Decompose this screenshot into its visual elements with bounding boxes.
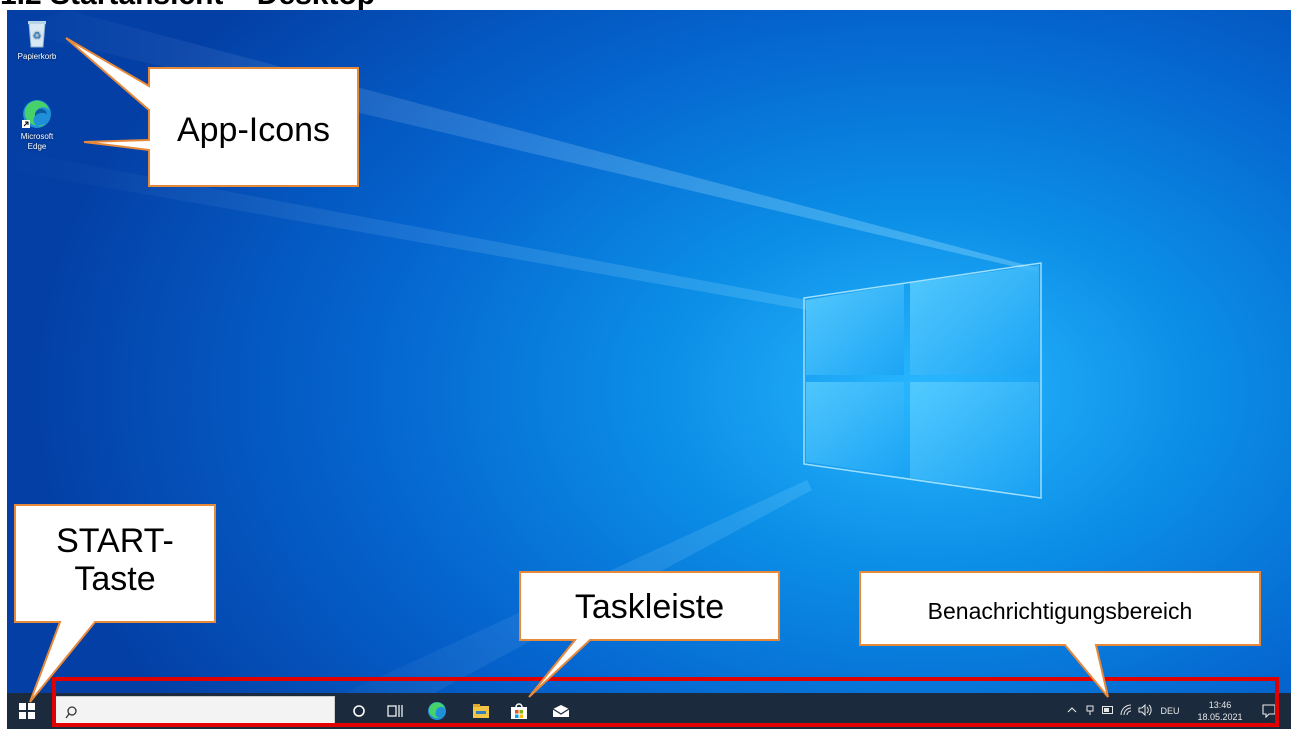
mail-icon bbox=[552, 705, 570, 717]
callout-notification-area-text: Benachrichtigungsbereich bbox=[927, 598, 1193, 624]
action-center-button[interactable] bbox=[1251, 693, 1287, 729]
notification-icon bbox=[1262, 704, 1276, 718]
system-tray: DEU bbox=[1063, 693, 1185, 729]
callout-start-line1: START- bbox=[56, 522, 174, 560]
clock-time: 13:46 bbox=[1208, 700, 1232, 710]
input-language-indicator[interactable]: DEU bbox=[1155, 706, 1185, 716]
cortana-icon bbox=[353, 705, 365, 717]
recycle-bin-icon: ♻ bbox=[21, 18, 53, 50]
file-explorer-button[interactable] bbox=[463, 693, 499, 729]
edge-icon bbox=[21, 98, 53, 130]
task-view-icon bbox=[387, 705, 403, 717]
edge-taskbar-button[interactable] bbox=[419, 693, 455, 729]
svg-text:♻: ♻ bbox=[33, 31, 42, 42]
desktop-icon-label: Papierkorb bbox=[17, 52, 57, 61]
desktop-icon-label-line2: Edge bbox=[27, 142, 47, 151]
wifi-icon[interactable] bbox=[1117, 704, 1135, 718]
start-button[interactable] bbox=[7, 693, 47, 729]
task-view-button[interactable] bbox=[377, 693, 413, 729]
store-icon bbox=[511, 703, 527, 719]
clock[interactable]: 13:46 18.05.2021 bbox=[1190, 699, 1250, 723]
windows-logo-icon bbox=[19, 703, 35, 719]
callout-taskbar-text: Taskleiste bbox=[574, 588, 725, 626]
desktop-icon-label-line1: Microsoft bbox=[20, 132, 54, 141]
callout-app-icons-text: App-Icons bbox=[176, 111, 331, 149]
edge-icon bbox=[428, 702, 446, 720]
mail-button[interactable] bbox=[543, 693, 579, 729]
store-button[interactable] bbox=[501, 693, 537, 729]
taskbar: DEU 13:46 18.05.2021 bbox=[7, 693, 1291, 729]
clock-date: 18.05.2021 bbox=[1197, 712, 1243, 722]
volume-icon[interactable] bbox=[1135, 703, 1155, 718]
callout-start-text: START- Taste bbox=[16, 522, 214, 598]
search-box[interactable] bbox=[55, 696, 335, 726]
desktop-icon-edge[interactable]: Microsoft Edge bbox=[11, 98, 63, 152]
power-plug-icon[interactable] bbox=[1081, 704, 1099, 718]
file-explorer-icon bbox=[473, 704, 489, 718]
callout-start-line2: Taste bbox=[74, 560, 156, 598]
cortana-button[interactable] bbox=[341, 693, 377, 729]
battery-icon[interactable] bbox=[1099, 706, 1117, 716]
page-heading: 1.2 Startansicht – Desktop bbox=[0, 0, 375, 10]
search-icon bbox=[65, 706, 77, 719]
desktop-icon-recycle-bin[interactable]: ♻ Papierkorb bbox=[11, 18, 63, 62]
show-hidden-icons-chevron-icon[interactable] bbox=[1063, 706, 1081, 716]
